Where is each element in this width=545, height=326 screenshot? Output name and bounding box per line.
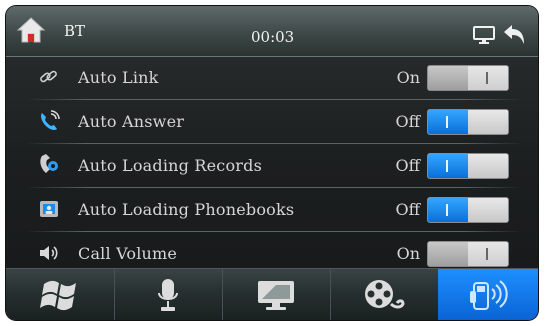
dock-display-button[interactable] [222, 269, 331, 320]
speaker-icon [38, 242, 60, 264]
dock-windows-button[interactable] [6, 269, 115, 320]
page-title: BT [64, 22, 86, 40]
setting-row-auto-answer: Auto Answer Off [6, 100, 538, 144]
top-bar: BT 00:03 [6, 6, 538, 57]
setting-label: Auto Loading Records [78, 156, 263, 175]
bottom-dock [6, 268, 538, 320]
setting-state: Off [395, 156, 420, 175]
clock: 00:03 [251, 28, 295, 46]
setting-label: Auto Answer [78, 112, 185, 131]
dock-bluetooth-button[interactable] [438, 269, 538, 320]
auto-loading-records-toggle[interactable] [427, 153, 509, 179]
auto-link-toggle[interactable] [427, 65, 509, 91]
film-reel-icon [365, 280, 405, 309]
screen: BT 00:03 Auto Link On Auto Answer Off Au… [6, 6, 538, 320]
call-records-icon [38, 154, 60, 176]
setting-label: Auto Link [78, 68, 159, 87]
link-icon [38, 66, 60, 88]
auto-loading-phonebooks-toggle[interactable] [427, 197, 509, 223]
setting-row-auto-loading-phonebooks: Auto Loading Phonebooks Off [6, 188, 538, 232]
phonebook-icon [38, 198, 60, 220]
setting-state: On [396, 244, 420, 263]
call-volume-toggle[interactable] [427, 241, 509, 267]
windows-icon [40, 280, 76, 311]
setting-state: Off [395, 112, 420, 131]
monitor-icon[interactable] [473, 26, 495, 44]
auto-answer-toggle[interactable] [427, 109, 509, 135]
microphone-icon [158, 279, 178, 311]
home-icon[interactable] [16, 16, 46, 44]
setting-label: Auto Loading Phonebooks [78, 200, 295, 219]
setting-state: Off [395, 200, 420, 219]
back-arrow-icon[interactable] [502, 24, 526, 46]
phone-ringing-icon [38, 110, 60, 132]
setting-row-auto-link: Auto Link On [6, 56, 538, 100]
setting-row-auto-loading-records: Auto Loading Records Off [6, 144, 538, 188]
setting-label: Call Volume [78, 244, 178, 263]
bluetooth-phone-icon [470, 280, 508, 310]
setting-state: On [396, 68, 420, 87]
dock-media-button[interactable] [330, 269, 439, 320]
monitor-icon [258, 281, 294, 310]
dock-microphone-button[interactable] [114, 269, 223, 320]
